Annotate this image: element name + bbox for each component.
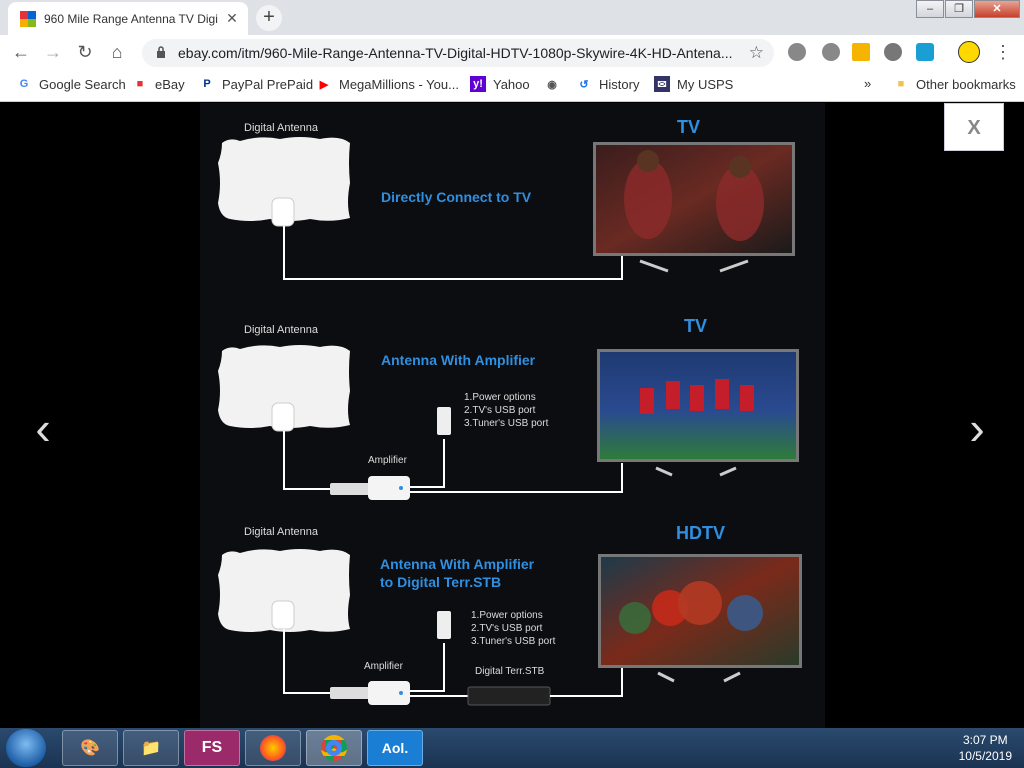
globe-icon: ◉ bbox=[547, 78, 557, 91]
window-controls: ‒ ❐ ✕ bbox=[915, 0, 1020, 18]
antenna-label: Digital Antenna bbox=[244, 122, 319, 134]
ebay-favicon-icon bbox=[20, 10, 36, 27]
yahoo-icon: y! bbox=[470, 76, 486, 92]
tab-title: 960 Mile Range Antenna TV Digi bbox=[44, 11, 218, 26]
smiley-icon[interactable] bbox=[958, 41, 980, 63]
new-tab-button[interactable]: + bbox=[256, 5, 282, 31]
panel-caption: Directly Connect to TV bbox=[381, 189, 532, 205]
tv-icon bbox=[598, 554, 802, 683]
google-icon: G bbox=[19, 78, 29, 90]
power-option-1: 1.Power options bbox=[471, 610, 543, 621]
bookmarks-bar: G Google Search ■ eBay P PayPal PrePaid … bbox=[0, 69, 1024, 102]
youtube-icon: ▶ bbox=[319, 78, 329, 91]
clock-time: 3:07 PM bbox=[962, 733, 1008, 747]
tv-label: TV bbox=[684, 316, 707, 336]
power-option-3: 3.Tuner's USB port bbox=[464, 418, 549, 429]
power-option-2: 2.TV's USB port bbox=[471, 623, 543, 634]
stb-label: Digital Terr.STB bbox=[475, 666, 545, 677]
amplifier-label: Amplifier bbox=[368, 455, 408, 466]
bookmark-megamillions[interactable]: ▶ MegaMillions - You... bbox=[316, 76, 459, 92]
extension-icon[interactable] bbox=[822, 43, 840, 61]
chrome-taskbar-icon[interactable] bbox=[306, 730, 362, 766]
power-option-3: 3.Tuner's USB port bbox=[471, 636, 556, 647]
set-top-box-icon bbox=[467, 686, 551, 706]
history-icon: ↺ bbox=[579, 78, 589, 91]
image-viewer: ‹ › X Digital Antenna Directly Connect t… bbox=[0, 103, 1024, 728]
panel-with-amplifier: Digital Antenna Amplifier 1.Power option… bbox=[218, 316, 799, 500]
tab-close-icon[interactable]: ✕ bbox=[222, 10, 242, 27]
panel-caption-line2: to Digital Terr.STB bbox=[380, 574, 501, 590]
tv-label: HDTV bbox=[676, 523, 725, 543]
bookmark-paypal[interactable]: P PayPal PrePaid bbox=[199, 76, 313, 92]
bookmark-google-search[interactable]: G Google Search bbox=[16, 76, 126, 92]
reload-icon[interactable]: ↻ bbox=[74, 41, 96, 63]
tv-label: TV bbox=[677, 117, 700, 137]
paint-taskbar-icon[interactable]: 🎨 bbox=[62, 730, 118, 766]
antenna-label: Digital Antenna bbox=[244, 526, 319, 538]
browser-toolbar: ← → ↻ ⌂ ebay.com/itm/960-Mile-Range-Ante… bbox=[0, 35, 1024, 69]
bookmarks-overflow-icon[interactable]: » bbox=[864, 76, 871, 91]
power-option-1: 1.Power options bbox=[464, 392, 536, 403]
clock-date: 10/5/2019 bbox=[958, 749, 1012, 763]
extension-icon[interactable] bbox=[884, 43, 902, 61]
paypal-icon: P bbox=[203, 78, 211, 90]
amplifier-label: Amplifier bbox=[364, 661, 404, 672]
tv-icon bbox=[593, 142, 795, 273]
usb-plug-icon bbox=[437, 611, 451, 639]
aol-taskbar-icon[interactable]: Aol. bbox=[367, 730, 423, 766]
maximize-button[interactable]: ❐ bbox=[945, 0, 973, 18]
panel-with-stb: Digital Antenna Amplifier Digital Terr.S… bbox=[218, 523, 802, 706]
tab-strip: 960 Mile Range Antenna TV Digi ✕ + ‒ ❐ ✕ bbox=[0, 0, 1024, 35]
next-image-arrow-icon[interactable]: › bbox=[962, 403, 992, 453]
product-image: Digital Antenna Directly Connect to TV T… bbox=[200, 103, 825, 728]
alert-extension-icon[interactable] bbox=[852, 43, 870, 61]
start-button[interactable] bbox=[6, 729, 46, 767]
bookmark-globe[interactable]: ◉ bbox=[544, 76, 567, 92]
url-text: ebay.com/itm/960-Mile-Range-Antenna-TV-D… bbox=[178, 45, 733, 61]
browser-tab[interactable]: 960 Mile Range Antenna TV Digi ✕ bbox=[8, 2, 248, 35]
bookmark-history[interactable]: ↺ History bbox=[576, 76, 639, 92]
firefox-taskbar-icon[interactable] bbox=[245, 730, 301, 766]
bookmark-star-icon[interactable]: ☆ bbox=[749, 43, 764, 63]
explorer-taskbar-icon[interactable]: 📁 bbox=[123, 730, 179, 766]
bookmark-usps[interactable]: ✉ My USPS bbox=[654, 76, 733, 92]
other-bookmarks[interactable]: ■ Other bookmarks bbox=[893, 76, 1016, 92]
close-viewer-button[interactable]: X bbox=[944, 103, 1004, 151]
home-icon[interactable]: ⌂ bbox=[106, 41, 128, 63]
panel-caption: Antenna With Amplifier bbox=[380, 556, 535, 572]
bookmark-ebay[interactable]: ■ eBay bbox=[132, 76, 185, 92]
power-option-2: 2.TV's USB port bbox=[464, 405, 536, 416]
amplifier-icon bbox=[368, 476, 410, 500]
windows-taskbar: 🎨 📁 FS Aol. 3:07 PM 10/5/2019 bbox=[0, 728, 1024, 768]
close-window-button[interactable]: ✕ bbox=[974, 0, 1020, 18]
fs-taskbar-icon[interactable]: FS bbox=[184, 730, 240, 766]
system-clock[interactable]: 3:07 PM 10/5/2019 bbox=[959, 732, 1012, 764]
minimize-button[interactable]: ‒ bbox=[916, 0, 944, 18]
bookmark-yahoo[interactable]: y! Yahoo bbox=[470, 76, 530, 92]
panel-caption: Antenna With Amplifier bbox=[381, 352, 536, 368]
back-icon[interactable]: ← bbox=[10, 41, 32, 63]
forward-icon[interactable]: → bbox=[42, 41, 64, 63]
folder-icon: ■ bbox=[897, 78, 905, 90]
prev-image-arrow-icon[interactable]: ‹ bbox=[28, 403, 58, 453]
tv-icon bbox=[597, 349, 799, 477]
amplifier-icon bbox=[368, 681, 410, 705]
antenna-label: Digital Antenna bbox=[244, 324, 319, 336]
lock-icon bbox=[157, 46, 165, 58]
menu-icon[interactable]: ⋮ bbox=[992, 41, 1014, 63]
usb-plug-icon bbox=[437, 407, 451, 435]
antenna-connection-diagram: Digital Antenna Directly Connect to TV T… bbox=[218, 117, 802, 706]
ebay-icon: ■ bbox=[136, 78, 144, 90]
panel-direct-connect: Digital Antenna Directly Connect to TV T… bbox=[218, 117, 795, 280]
extension-icon[interactable] bbox=[788, 43, 806, 61]
address-bar[interactable]: ebay.com/itm/960-Mile-Range-Antenna-TV-D… bbox=[142, 39, 774, 67]
usps-icon: ✉ bbox=[654, 76, 670, 92]
extension-icon[interactable] bbox=[916, 43, 934, 61]
